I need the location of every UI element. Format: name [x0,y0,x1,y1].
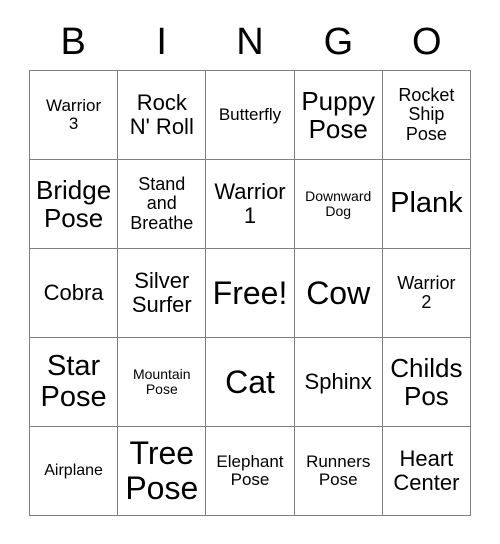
bingo-cell-label: Star Pose [40,349,107,413]
bingo-cell[interactable]: Cat [206,338,295,427]
bingo-cell[interactable]: Plank [382,160,471,249]
bingo-header-letter-i: I [156,21,167,63]
bingo-cell[interactable]: Cow [294,249,383,338]
bingo-cell[interactable]: Stand and Breathe [118,160,207,249]
bingo-cell-label: Airplane [44,462,103,480]
bingo-cell[interactable]: Airplane [30,427,119,516]
bingo-cell[interactable]: Silver Surfer [118,249,207,338]
bingo-cell-label: Warrior 2 [397,272,456,312]
bingo-cell-label: Puppy Pose [301,85,376,144]
bingo-header-letter-n: N [236,21,264,63]
bingo-header-letter-o: O [412,21,442,63]
bingo-cell-label: Bridge Pose [36,174,112,233]
bingo-cell[interactable]: Rocket Ship Pose [382,71,471,160]
bingo-cell[interactable]: Tree Pose [118,427,207,516]
bingo-grid: Warrior 3 Rock N' Roll Butterfly Puppy Pose… [29,70,471,516]
bingo-header-letter-b: B [60,21,86,63]
bingo-cell[interactable]: Elephant Pose [206,427,295,516]
bingo-cell-label: Tree Pose [125,435,199,506]
bingo-cell[interactable]: Cobra [30,249,119,338]
bingo-cell[interactable]: Warrior 1 [206,160,295,249]
bingo-cell-label: Butterfly [218,104,282,124]
bingo-cell-label: Mountain Pose [132,365,191,397]
bingo-header-row: B I N G O [29,18,471,66]
bingo-cell-label: Plank [390,187,463,220]
bingo-cell-label: Free! [212,274,288,311]
bingo-cell-label: Stand and Breathe [130,173,194,233]
bingo-cell[interactable]: Heart Center [382,427,471,516]
bingo-cell-label: Silver Surfer [131,268,192,317]
bingo-cell[interactable]: Childs Pos [382,338,471,427]
bingo-cell-label: Heart Center [393,446,460,495]
bingo-cell[interactable]: Warrior 3 [30,71,119,160]
bingo-cell-label: Cat [225,363,275,400]
bingo-cell-label: Cobra [43,280,104,306]
bingo-cell-label: Sphinx [304,369,372,395]
bingo-cell-label: Cow [306,274,371,311]
bingo-cell[interactable]: Mountain Pose [118,338,207,427]
bingo-cell[interactable]: Downward Dog [294,160,383,249]
bingo-cell-label: Childs Pos [390,352,463,411]
bingo-cell[interactable]: Runners Pose [294,427,383,516]
bingo-cell-label: Rock N' Roll [129,90,194,139]
bingo-cell[interactable]: Star Pose [30,338,119,427]
bingo-card: B I N G O Warrior 3 Rock N' Roll Butterfly… [0,0,500,544]
bingo-cell-label: Warrior 1 [214,179,286,228]
bingo-cell[interactable]: Puppy Pose [294,71,383,160]
bingo-cell-label: Rocket Ship Pose [398,84,455,144]
bingo-cell[interactable]: Warrior 2 [382,249,471,338]
bingo-header-letter-g: G [323,21,354,63]
bingo-cell[interactable]: Sphinx [294,338,383,427]
bingo-cell[interactable]: Bridge Pose [30,160,119,249]
bingo-cell[interactable]: Rock N' Roll [118,71,207,160]
bingo-cell-label: Elephant Pose [216,451,284,489]
bingo-cell-label: Runners Pose [306,451,371,489]
bingo-cell[interactable]: Butterfly [206,71,295,160]
bingo-cell[interactable]: Free! [206,249,295,338]
bingo-cell-label: Downward Dog [305,187,372,219]
bingo-cell-label: Warrior 3 [46,95,102,133]
